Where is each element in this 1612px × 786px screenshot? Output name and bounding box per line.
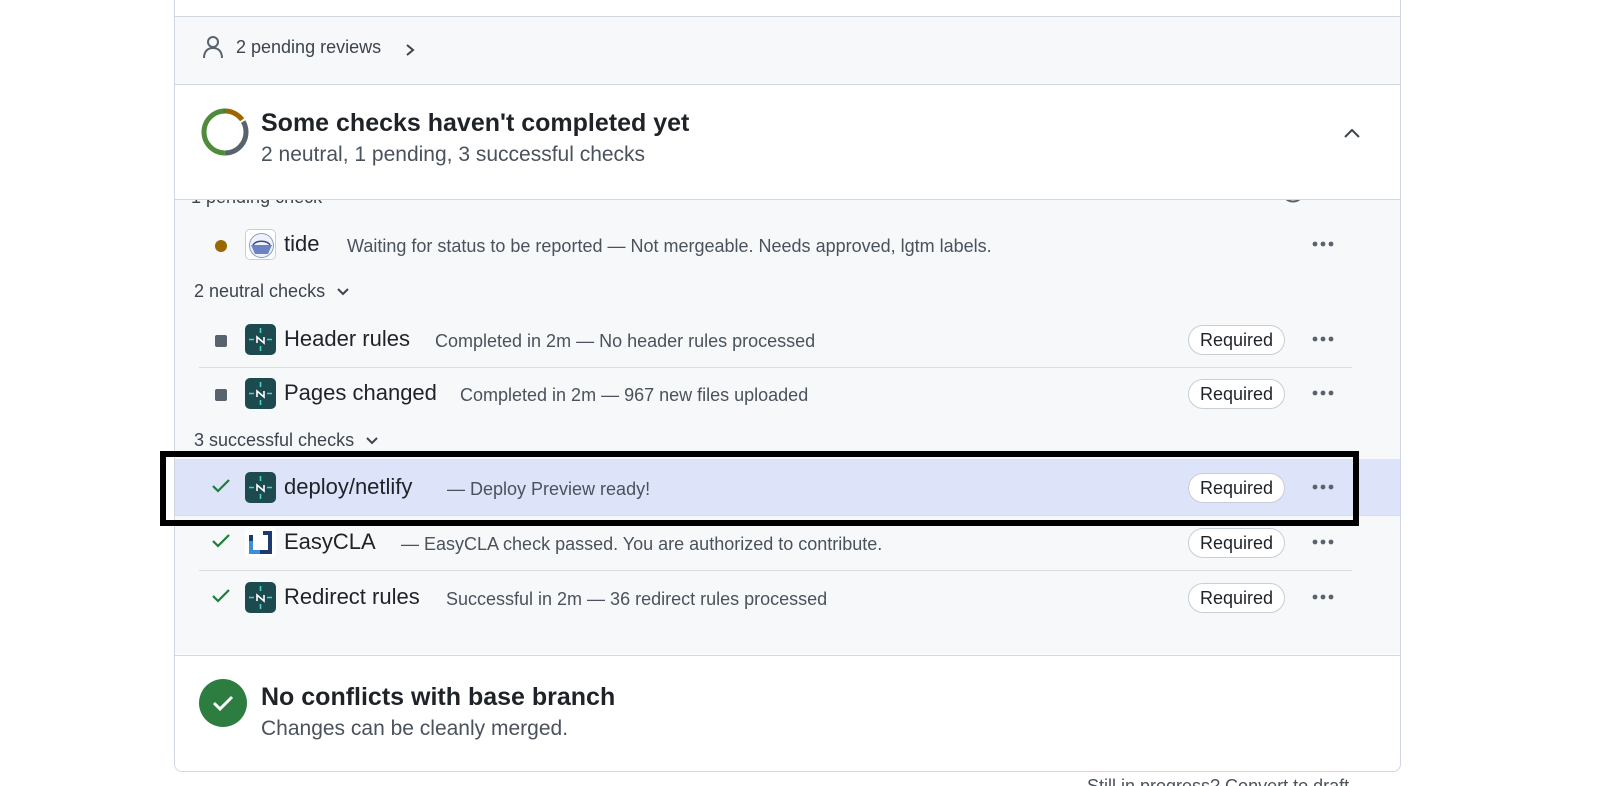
check-description: — Deploy Preview ready! bbox=[447, 479, 651, 499]
check-name[interactable]: Header rules bbox=[284, 326, 410, 352]
netlify-icon bbox=[245, 582, 276, 613]
neutral-square-icon bbox=[215, 334, 227, 352]
more-options-icon[interactable] bbox=[1307, 378, 1339, 408]
check-icon bbox=[212, 534, 230, 548]
check-name[interactable]: deploy/netlify bbox=[284, 474, 412, 500]
required-badge: Required bbox=[1188, 473, 1286, 503]
required-badge: Required bbox=[1188, 528, 1286, 558]
more-options-icon[interactable] bbox=[1307, 527, 1339, 557]
check-row-pages-changed[interactable]: Pages changed Completed in 2m — 967 new … bbox=[199, 366, 1352, 422]
more-options-icon[interactable] bbox=[1307, 229, 1339, 259]
check-icon bbox=[212, 479, 230, 493]
no-conflicts-section: No conflicts with base branch Changes ca… bbox=[175, 655, 1400, 771]
easycla-app-icon bbox=[245, 527, 276, 558]
merge-status-panel: 2 pending reviews Some checks haven't co… bbox=[174, 0, 1401, 772]
neutral-square-icon bbox=[215, 388, 227, 406]
successful-group-toggle[interactable]: 3 successful checks bbox=[194, 430, 379, 451]
check-row-tide[interactable]: tide Waiting for status to be reported —… bbox=[199, 217, 1352, 273]
check-description: Waiting for status to be reported — Not … bbox=[347, 236, 992, 256]
checks-header[interactable]: Some checks haven't completed yet 2 neut… bbox=[175, 85, 1400, 199]
required-badge: Required bbox=[1188, 325, 1286, 355]
check-row-deploy-netlify[interactable]: deploy/netlify — Deploy Preview ready! R… bbox=[199, 460, 1352, 516]
tide-app-icon bbox=[245, 229, 276, 260]
check-name[interactable]: EasyCLA bbox=[284, 529, 376, 555]
netlify-icon bbox=[245, 472, 276, 503]
check-description: Completed in 2m — 967 new files uploaded bbox=[460, 385, 809, 405]
checks-list[interactable]: 1 pending check tide Waiting for status … bbox=[175, 199, 1400, 654]
check-row-header-rules[interactable]: Header rules Completed in 2m — No header… bbox=[199, 312, 1352, 368]
pending-group-label[interactable]: 1 pending check bbox=[191, 200, 322, 208]
pending-dot-icon bbox=[215, 239, 227, 257]
success-badge-icon bbox=[199, 679, 247, 727]
chevron-up-icon[interactable] bbox=[1341, 123, 1363, 145]
person-icon bbox=[203, 36, 223, 59]
chevron-right-icon bbox=[406, 44, 415, 56]
checks-summary: 2 neutral, 1 pending, 3 successful check… bbox=[261, 143, 646, 166]
check-name[interactable]: Redirect rules bbox=[284, 584, 420, 610]
check-description: — EasyCLA check passed. You are authoriz… bbox=[401, 534, 883, 554]
conflicts-title: No conflicts with base branch bbox=[261, 683, 616, 711]
required-badge: Required bbox=[1188, 379, 1286, 409]
pending-reviews-label[interactable]: 2 pending reviews bbox=[236, 37, 381, 58]
more-options-icon[interactable] bbox=[1307, 582, 1339, 612]
check-name[interactable]: tide bbox=[284, 231, 319, 257]
check-description: Successful in 2m — 36 redirect rules pro… bbox=[446, 589, 828, 609]
checks-title: Some checks haven't completed yet bbox=[261, 109, 690, 137]
conflicts-subtitle: Changes can be cleanly merged. bbox=[261, 717, 569, 740]
netlify-icon bbox=[245, 378, 276, 409]
scroll-shadow-icon bbox=[1285, 200, 1301, 203]
check-row-easycla[interactable]: EasyCLA — EasyCLA check passed. You are … bbox=[199, 515, 1352, 571]
pending-reviews-row[interactable]: 2 pending reviews bbox=[175, 16, 1400, 85]
more-options-icon[interactable] bbox=[1307, 324, 1339, 354]
more-options-icon[interactable] bbox=[1307, 472, 1339, 502]
neutral-group-toggle[interactable]: 2 neutral checks bbox=[194, 281, 350, 302]
netlify-icon bbox=[245, 324, 276, 355]
check-icon bbox=[212, 589, 230, 603]
convert-to-draft-link[interactable]: Still in progress? Convert to draft bbox=[1087, 776, 1349, 786]
chevron-down-icon bbox=[337, 288, 349, 296]
check-description: Completed in 2m — No header rules proces… bbox=[435, 331, 816, 351]
required-badge: Required bbox=[1188, 583, 1286, 613]
chevron-down-icon bbox=[366, 437, 378, 445]
checks-progress-ring-icon bbox=[201, 108, 249, 156]
check-name[interactable]: Pages changed bbox=[284, 380, 437, 406]
check-row-redirect-rules[interactable]: Redirect rules Successful in 2m — 36 red… bbox=[199, 570, 1352, 626]
